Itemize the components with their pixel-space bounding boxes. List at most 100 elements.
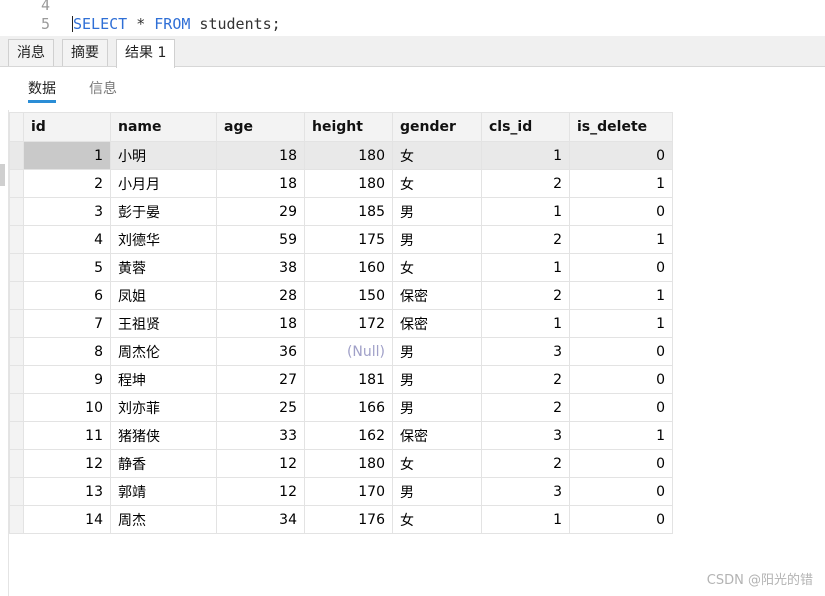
cell-gender[interactable]: 男 — [392, 393, 482, 422]
tab-messages[interactable]: 消息 — [8, 39, 54, 66]
cell-name[interactable]: 彭于晏 — [110, 197, 217, 226]
cell-height[interactable]: 160 — [304, 253, 393, 282]
row-header[interactable] — [9, 449, 24, 478]
cell-age[interactable]: 18 — [216, 141, 305, 170]
cell-height[interactable]: 150 — [304, 281, 393, 310]
row-header[interactable] — [9, 337, 24, 366]
table-row[interactable]: 10 刘亦菲 25 166 男 2 0 — [9, 393, 673, 422]
row-header[interactable] — [9, 393, 24, 422]
subtab-data[interactable]: 数据 — [28, 78, 56, 103]
column-header[interactable]: cls_id — [481, 112, 570, 142]
tab-result-1[interactable]: 结果 1 — [116, 39, 176, 68]
cell-height[interactable]: 166 — [304, 393, 393, 422]
cell-is-delete[interactable]: 0 — [569, 477, 673, 506]
cell-cls-id[interactable]: 3 — [481, 337, 570, 366]
cell-age[interactable]: 12 — [216, 477, 305, 506]
column-header[interactable]: name — [110, 112, 217, 142]
cell-gender[interactable]: 保密 — [392, 309, 482, 338]
cell-is-delete[interactable]: 1 — [569, 421, 673, 450]
cell-cls-id[interactable]: 3 — [481, 477, 570, 506]
table-row[interactable]: 12 静香 12 180 女 2 0 — [9, 449, 673, 478]
cell-name[interactable]: 刘德华 — [110, 225, 217, 254]
cell-id[interactable]: 11 — [23, 421, 111, 450]
cell-age[interactable]: 12 — [216, 449, 305, 478]
cell-is-delete[interactable]: 0 — [569, 393, 673, 422]
cell-age[interactable]: 18 — [216, 169, 305, 198]
cell-name[interactable]: 王祖贤 — [110, 309, 217, 338]
cell-height[interactable]: 162 — [304, 421, 393, 450]
row-header[interactable] — [9, 477, 24, 506]
cell-age[interactable]: 38 — [216, 253, 305, 282]
cell-id[interactable]: 8 — [23, 337, 111, 366]
cell-cls-id[interactable]: 2 — [481, 281, 570, 310]
table-row[interactable]: 7 王祖贤 18 172 保密 1 1 — [9, 309, 673, 338]
cell-id[interactable]: 12 — [23, 449, 111, 478]
cell-gender[interactable]: 男 — [392, 477, 482, 506]
column-header[interactable]: id — [23, 112, 111, 142]
cell-is-delete[interactable]: 0 — [569, 141, 673, 170]
cell-gender[interactable]: 男 — [392, 337, 482, 366]
table-row[interactable]: 6 凤姐 28 150 保密 2 1 — [9, 281, 673, 310]
cell-id[interactable]: 13 — [23, 477, 111, 506]
table-row[interactable]: 13 郭靖 12 170 男 3 0 — [9, 477, 673, 506]
cell-gender[interactable]: 女 — [392, 505, 482, 534]
column-header[interactable]: is_delete — [569, 112, 673, 142]
table-row[interactable]: 9 程坤 27 181 男 2 0 — [9, 365, 673, 394]
row-header[interactable] — [9, 197, 24, 226]
cell-is-delete[interactable]: 0 — [569, 365, 673, 394]
cell-name[interactable]: 黄蓉 — [110, 253, 217, 282]
cell-age[interactable]: 27 — [216, 365, 305, 394]
cell-is-delete[interactable]: 1 — [569, 225, 673, 254]
table-row[interactable]: 4 刘德华 59 175 男 2 1 — [9, 225, 673, 254]
cell-cls-id[interactable]: 2 — [481, 365, 570, 394]
cell-id[interactable]: 1 — [23, 141, 111, 170]
cell-gender[interactable]: 女 — [392, 169, 482, 198]
cell-name[interactable]: 周杰 — [110, 505, 217, 534]
row-header[interactable] — [9, 141, 24, 170]
cell-age[interactable]: 36 — [216, 337, 305, 366]
row-header[interactable] — [9, 421, 24, 450]
cell-name[interactable]: 刘亦菲 — [110, 393, 217, 422]
cell-id[interactable]: 6 — [23, 281, 111, 310]
cell-height[interactable]: 180 — [304, 141, 393, 170]
cell-is-delete[interactable]: 0 — [569, 449, 673, 478]
cell-gender[interactable]: 女 — [392, 141, 482, 170]
cell-id[interactable]: 10 — [23, 393, 111, 422]
cell-height[interactable]: (Null) — [304, 337, 393, 366]
cell-gender[interactable]: 女 — [392, 253, 482, 282]
row-header[interactable] — [9, 365, 24, 394]
table-row[interactable]: 1 小明 18 180 女 1 0 — [9, 141, 673, 170]
row-header[interactable] — [9, 253, 24, 282]
sql-editor[interactable]: 4 5 SELECT * FROM students; — [0, 0, 825, 36]
cell-age[interactable]: 18 — [216, 309, 305, 338]
cell-age[interactable]: 25 — [216, 393, 305, 422]
side-scroll-handle[interactable] — [0, 164, 5, 186]
cell-age[interactable]: 28 — [216, 281, 305, 310]
cell-id[interactable]: 5 — [23, 253, 111, 282]
cell-height[interactable]: 172 — [304, 309, 393, 338]
cell-cls-id[interactable]: 2 — [481, 225, 570, 254]
cell-height[interactable]: 181 — [304, 365, 393, 394]
cell-cls-id[interactable]: 1 — [481, 253, 570, 282]
cell-is-delete[interactable]: 1 — [569, 281, 673, 310]
cell-id[interactable]: 2 — [23, 169, 111, 198]
cell-cls-id[interactable]: 1 — [481, 505, 570, 534]
cell-age[interactable]: 59 — [216, 225, 305, 254]
cell-is-delete[interactable]: 1 — [569, 169, 673, 198]
cell-cls-id[interactable]: 1 — [481, 309, 570, 338]
cell-gender[interactable]: 男 — [392, 197, 482, 226]
cell-age[interactable]: 33 — [216, 421, 305, 450]
cell-height[interactable]: 180 — [304, 449, 393, 478]
table-row[interactable]: 14 周杰 34 176 女 1 0 — [9, 505, 673, 534]
cell-gender[interactable]: 女 — [392, 449, 482, 478]
cell-id[interactable]: 3 — [23, 197, 111, 226]
cell-cls-id[interactable]: 2 — [481, 449, 570, 478]
cell-name[interactable]: 小月月 — [110, 169, 217, 198]
table-row[interactable]: 3 彭于晏 29 185 男 1 0 — [9, 197, 673, 226]
row-header[interactable] — [9, 169, 24, 198]
cell-height[interactable]: 176 — [304, 505, 393, 534]
cell-height[interactable]: 180 — [304, 169, 393, 198]
cell-cls-id[interactable]: 2 — [481, 393, 570, 422]
cell-id[interactable]: 14 — [23, 505, 111, 534]
column-header[interactable]: height — [304, 112, 393, 142]
